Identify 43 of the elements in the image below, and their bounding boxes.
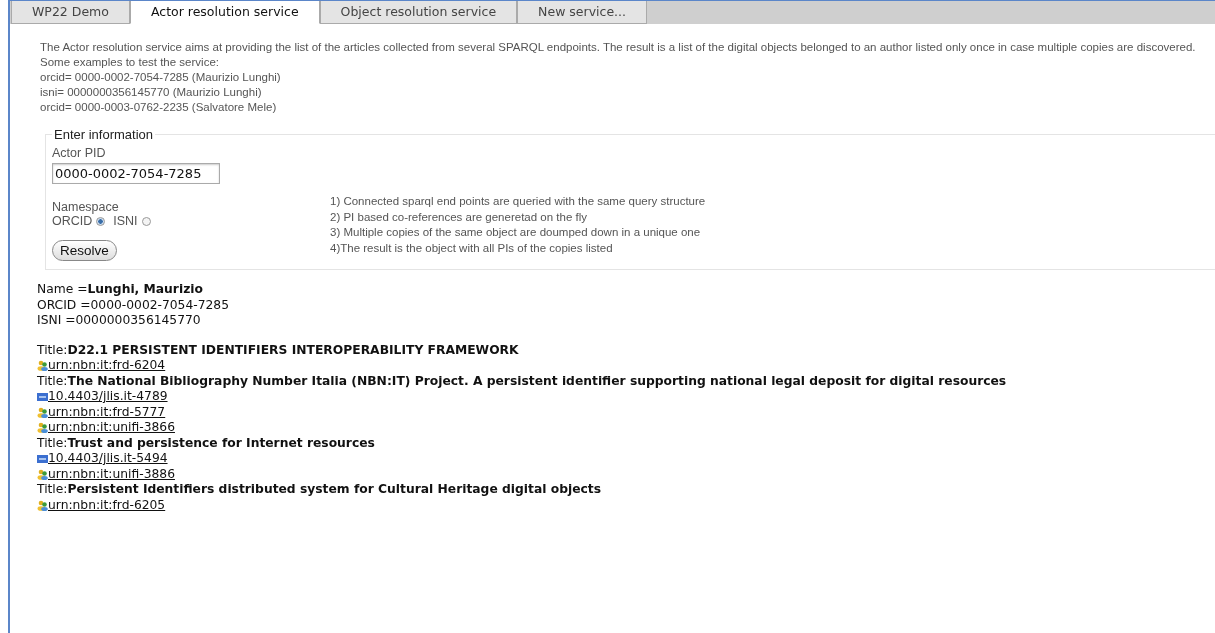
tab[interactable]: Actor resolution service <box>129 1 320 24</box>
radio-button[interactable] <box>141 216 151 226</box>
note-text: 1) Connected sparql end points are queried with the same query structure <box>330 194 706 209</box>
people-icon <box>37 360 48 372</box>
identifier-link[interactable]: urn:nbn:it:frd-6204 <box>48 358 166 374</box>
note-text: 3) Multiple copies of the same object are doumped down in a unique one <box>330 225 702 240</box>
identifier-link[interactable]: urn:nbn:it:unifi-3866 <box>48 420 175 436</box>
description-text: isni= 0000000356145770 (Maurizio Lunghi) <box>40 85 263 100</box>
radio-button[interactable] <box>96 216 106 226</box>
result-title: Title:Persistent Identifiers distributed system for Cultural Heritage digital objects <box>37 482 603 498</box>
identifier-link[interactable]: 10.4403/jlis.it-5494 <box>48 451 168 467</box>
people-icon <box>37 499 48 511</box>
field-label: Actor PID <box>52 146 107 160</box>
tab[interactable]: WP22 Demo <box>11 1 130 24</box>
description-text: orcid= 0000-0003-0762-2235 (Salvatore Mele) <box>40 100 278 115</box>
result-title: Title:D22.1 PERSISTENT IDENTIFIERS INTEROPERABILITY FRAMEWORK <box>37 342 520 358</box>
doi-icon <box>37 454 48 463</box>
result-title: Title:Trust and persistence for Internet resources <box>37 435 376 451</box>
people-icon <box>37 468 48 480</box>
doi-icon <box>37 392 48 401</box>
actor-text: ISNI =0000000356145770 <box>37 313 202 329</box>
note-text: 2) PI based co-references are generetad on the fly <box>330 209 588 225</box>
resolve-button[interactable]: Resolve <box>52 240 117 261</box>
identifier-link[interactable]: urn:nbn:it:unifi-3886 <box>48 466 175 482</box>
tab[interactable]: Object resolution service <box>319 1 518 24</box>
legend-text: Enter information <box>53 127 154 142</box>
identifier-link[interactable]: urn:nbn:it:frd-6205 <box>48 497 166 513</box>
tab[interactable]: New service... <box>517 1 648 24</box>
radio-label: ORCID <box>52 214 93 228</box>
note-text: 4)The result is the object with all PIs of the copies listed <box>330 240 614 256</box>
description-text: Some examples to test the service: <box>40 55 220 70</box>
result-title: Title:The National Bibliography Number Italia (NBN:IT) Project. A persistent identifier supporting national legal deposit for digital resources <box>37 373 1008 389</box>
people-icon <box>37 422 48 434</box>
field-label: Namespace <box>52 200 120 214</box>
identifier-link[interactable]: urn:nbn:it:frd-5777 <box>48 404 166 420</box>
actor-text: Name =Lunghi, Maurizio <box>37 282 204 298</box>
radio-label: ISNI <box>113 214 138 228</box>
description-text: The Actor resolution service aims at providing the list of the articles collected from several SPARQL endpoints. The result is a list of the digital objects belonged to an author listed only once in case multiple copies are discovered. <box>40 40 1197 55</box>
actor-text: ORCID =0000-0002-7054-7285 <box>37 297 230 313</box>
pid-input[interactable]: 0000-0002-7054-7285 <box>52 163 220 184</box>
description-text: orcid= 0000-0002-7054-7285 (Maurizio Lunghi) <box>40 70 282 85</box>
people-icon <box>37 406 48 418</box>
identifier-link[interactable]: 10.4403/jlis.it-4789 <box>48 389 168 405</box>
